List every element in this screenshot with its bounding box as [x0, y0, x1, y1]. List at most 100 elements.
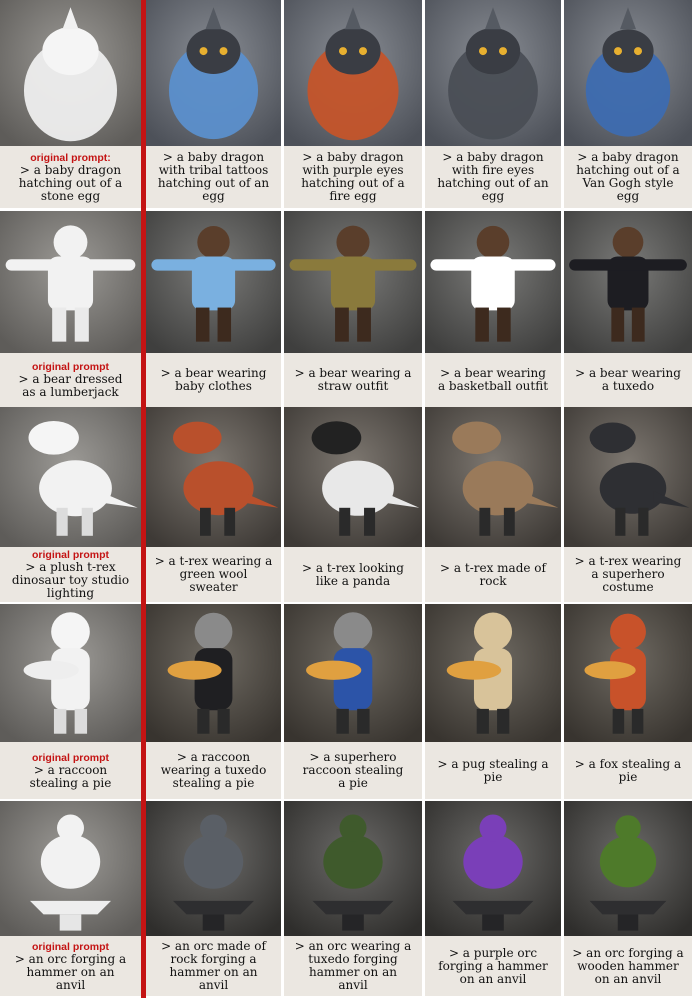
grid-cell-r2-c1: original prompt > a bear dressed as a lum… [0, 211, 141, 407]
original-render-image [0, 801, 141, 936]
prompt-caption: > a baby dragon with fire eyes hatching … [425, 146, 561, 208]
grid-cell-r2-c2: > a bear wearing baby clothes [146, 211, 281, 407]
prompt-text: > a bear wearing a straw outfit [294, 366, 412, 393]
prompt-text: > a purple orc forging a hammer on an an… [438, 945, 548, 986]
prompt-caption: > an orc made of rock forging a hammer o… [146, 936, 281, 996]
grid-cell-r2-c5: > a bear wearing a tuxedo [564, 211, 692, 407]
prompt-text: > a raccoon stealing a pie [29, 762, 112, 790]
edited-render-image [564, 211, 692, 353]
prompt-caption: > an orc forging a wooden hammer on an a… [564, 936, 692, 996]
prompt-text: > a bear dressed as a lumberjack [18, 372, 123, 399]
original-prompt-label: original prompt: [30, 151, 111, 164]
original-prompt-label: original prompt [32, 751, 109, 764]
prompt-text: > a baby dragon with fire eyes hatching … [437, 150, 549, 203]
edited-render-image [564, 0, 692, 146]
prompt-text: > an orc forging a hammer on an anvil [14, 951, 127, 992]
comparison-grid: original prompt: > a baby dragon hatching… [0, 0, 692, 998]
prompt-text: > a pug stealing a pie [437, 756, 549, 784]
grid-cell-r1-c2: > a baby dragon with tribal tattoos hatc… [146, 0, 281, 208]
prompt-text: > a plush t-rex dinosaur toy studio ligh… [11, 560, 130, 600]
edited-render-image [284, 604, 422, 742]
prompt-text: > a bear wearing a tuxedo [575, 366, 681, 393]
grid-cell-r3-c3: > a t-rex looking like a panda [284, 407, 422, 602]
prompt-caption: > a t-rex wearing a green wool sweater [146, 547, 281, 602]
original-render-image [0, 0, 141, 146]
prompt-text: > an orc wearing a tuxedo forging hammer… [294, 939, 412, 992]
grid-cell-r1-c1: original prompt: > a baby dragon hatching… [0, 0, 141, 208]
edited-render-image [425, 604, 561, 742]
prompt-text: > an orc made of rock forging a hammer o… [161, 939, 266, 992]
prompt-caption: original prompt > an orc forging a hammer… [0, 936, 141, 996]
prompt-caption: > a pug stealing a pie [425, 742, 561, 799]
edited-render-image [284, 801, 422, 936]
prompt-text: > a baby dragon with tribal tattoos hatc… [157, 150, 270, 203]
edited-render-image [284, 0, 422, 146]
edited-render-image [425, 407, 561, 547]
prompt-caption: original prompt > a plush t-rex dinosaur … [0, 547, 141, 602]
edited-render-image [146, 801, 281, 936]
prompt-text: > an orc forging a wooden hammer on an a… [572, 945, 684, 986]
prompt-text: > a t-rex wearing a superhero costume [574, 554, 682, 594]
prompt-text: > a baby dragon hatching out of a Van Go… [576, 150, 680, 203]
grid-cell-r2-c3: > a bear wearing a straw outfit [284, 211, 422, 407]
prompt-caption: > a bear wearing a straw outfit [284, 353, 422, 407]
original-render-image [0, 211, 141, 353]
edited-render-image [146, 0, 281, 146]
grid-cell-r1-c5: > a baby dragon hatching out of a Van Go… [564, 0, 692, 208]
grid-cell-r3-c1: original prompt > a plush t-rex dinosaur … [0, 407, 141, 602]
prompt-text: > a bear wearing baby clothes [160, 366, 267, 393]
prompt-text: > a t-rex looking like a panda [302, 560, 404, 588]
edited-render-image [146, 604, 281, 742]
grid-cell-r2-c4: > a bear wearing a basketball outfit [425, 211, 561, 407]
grid-cell-r3-c5: > a t-rex wearing a superhero costume [564, 407, 692, 602]
edited-render-image [425, 801, 561, 936]
grid-cell-r1-c4: > a baby dragon with fire eyes hatching … [425, 0, 561, 208]
original-render-image [0, 407, 141, 547]
grid-cell-r5-c4: > a purple orc forging a hammer on an an… [425, 801, 561, 996]
prompt-text: > a fox stealing a pie [574, 756, 682, 784]
prompt-text: > a raccoon wearing a tuxedo stealing a … [160, 750, 267, 790]
prompt-text: > a superhero raccoon stealing a pie [302, 750, 404, 790]
grid-cell-r4-c5: > a fox stealing a pie [564, 604, 692, 799]
prompt-caption: > a bear wearing baby clothes [146, 353, 281, 407]
edited-render-image [425, 211, 561, 353]
edited-render-image [146, 211, 281, 353]
edited-render-image [564, 604, 692, 742]
prompt-caption: > a bear wearing a basketball outfit [425, 353, 561, 407]
prompt-caption: original prompt > a raccoon stealing a pi… [0, 742, 141, 799]
edited-render-image [284, 211, 422, 353]
grid-cell-r4-c3: > a superhero raccoon stealing a pie [284, 604, 422, 799]
prompt-caption: > a t-rex made of rock [425, 547, 561, 602]
prompt-text: > a bear wearing a basketball outfit [437, 366, 549, 393]
prompt-caption: > a purple orc forging a hammer on an an… [425, 936, 561, 996]
grid-cell-r5-c2: > an orc made of rock forging a hammer o… [146, 801, 281, 996]
edited-render-image [284, 407, 422, 547]
grid-cell-r5-c3: > an orc wearing a tuxedo forging hammer… [284, 801, 422, 996]
edited-render-image [564, 801, 692, 936]
prompt-caption: > a t-rex looking like a panda [284, 547, 422, 602]
grid-cell-r5-c1: original prompt > an orc forging a hammer… [0, 801, 141, 996]
prompt-caption: > a baby dragon with purple eyes hatchin… [284, 146, 422, 208]
edited-render-image [425, 0, 561, 146]
grid-cell-r1-c3: > a baby dragon with purple eyes hatchin… [284, 0, 422, 208]
prompt-caption: > a baby dragon hatching out of a Van Go… [564, 146, 692, 208]
grid-cell-r4-c2: > a raccoon wearing a tuxedo stealing a … [146, 604, 281, 799]
prompt-text: > a t-rex wearing a green wool sweater [154, 554, 273, 594]
prompt-caption: > an orc wearing a tuxedo forging hammer… [284, 936, 422, 996]
prompt-caption: > a baby dragon with tribal tattoos hatc… [146, 146, 281, 208]
prompt-text: > a baby dragon with purple eyes hatchin… [301, 150, 405, 203]
prompt-caption: > a raccoon wearing a tuxedo stealing a … [146, 742, 281, 799]
prompt-caption: > a bear wearing a tuxedo [564, 353, 692, 407]
prompt-caption: > a superhero raccoon stealing a pie [284, 742, 422, 799]
prompt-caption: > a t-rex wearing a superhero costume [564, 547, 692, 602]
edited-render-image [146, 407, 281, 547]
prompt-text: > a baby dragon hatching out of a stone … [18, 162, 123, 203]
prompt-caption: original prompt > a bear dressed as a lum… [0, 353, 141, 407]
grid-cell-r3-c4: > a t-rex made of rock [425, 407, 561, 602]
grid-cell-r4-c1: original prompt > a raccoon stealing a pi… [0, 604, 141, 799]
edited-render-image [564, 407, 692, 547]
prompt-caption: > a fox stealing a pie [564, 742, 692, 799]
original-prompt-label: original prompt [32, 940, 109, 953]
original-render-image [0, 604, 141, 742]
grid-cell-r3-c2: > a t-rex wearing a green wool sweater [146, 407, 281, 602]
